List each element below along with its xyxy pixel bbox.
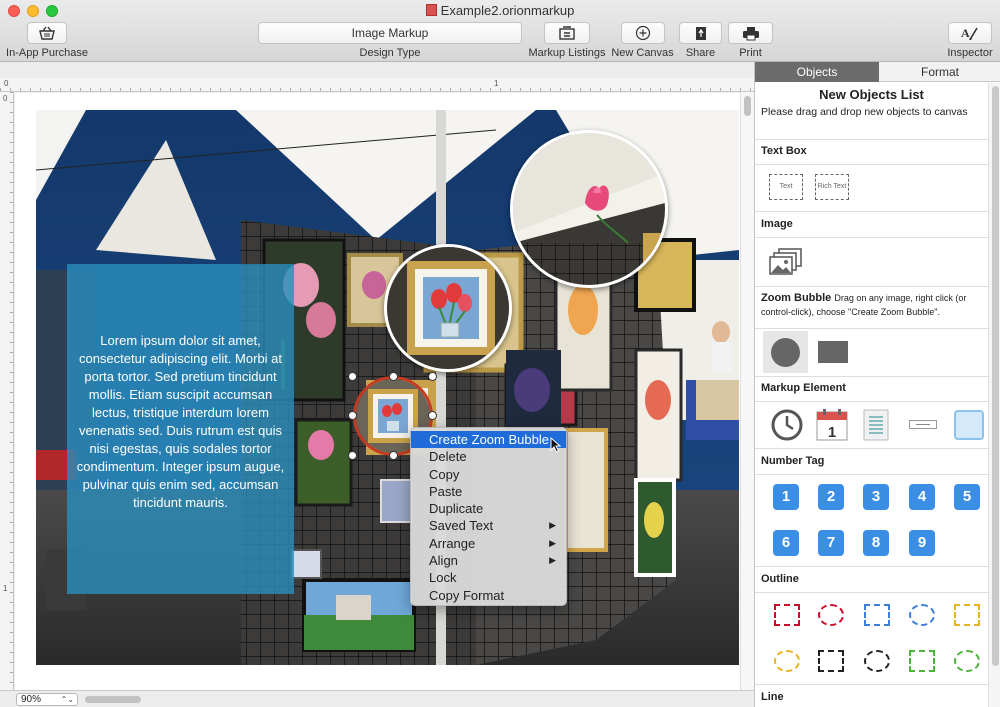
outline-oval-blue[interactable]	[909, 604, 935, 626]
menu-item-copy[interactable]: Copy	[411, 466, 566, 483]
tab-objects[interactable]: Objects	[755, 62, 879, 82]
svg-text:A: A	[961, 26, 970, 40]
notes-icon[interactable]	[863, 409, 889, 441]
number-tag-8[interactable]: 8	[863, 530, 889, 556]
outline-oval-yellow[interactable]	[774, 650, 800, 672]
resize-handle[interactable]	[428, 372, 437, 381]
number-tag-1[interactable]: 1	[773, 484, 799, 510]
zoom-bubble-circle-tile[interactable]	[763, 331, 808, 373]
menu-item-paste[interactable]: Paste	[411, 483, 566, 500]
canvas-vertical-scrollbar[interactable]	[740, 92, 754, 690]
horizontal-ruler: 0 1	[0, 78, 754, 92]
outline-oval-red[interactable]	[818, 604, 844, 626]
box-element-icon[interactable]	[954, 410, 984, 440]
markup-listings-button[interactable]: Markup Listings	[527, 22, 607, 59]
context-menu: Create Zoom Bubble Delete Copy Paste Dup…	[410, 427, 567, 606]
outline-oval-green[interactable]	[954, 650, 980, 672]
sidebar-subtitle: Please drag and drop new objects to canv…	[761, 106, 968, 118]
vertical-ruler: 0 1	[0, 92, 14, 690]
input-field-element-icon[interactable]	[909, 420, 937, 429]
zoom-bubble-tulip[interactable]	[510, 130, 668, 288]
section-markup-element: Markup Element	[761, 382, 846, 394]
section-image: Image	[761, 218, 793, 230]
resize-handle[interactable]	[348, 451, 357, 460]
menu-item-create-zoom-bubble[interactable]: Create Zoom Bubble	[411, 431, 566, 449]
outline-rect-green[interactable]	[909, 650, 935, 672]
outline-oval-black[interactable]	[864, 650, 890, 672]
menu-item-copy-format[interactable]: Copy Format	[411, 587, 566, 604]
resize-handle[interactable]	[348, 411, 357, 420]
text-object[interactable]: Text	[769, 174, 803, 200]
resize-handle[interactable]	[428, 411, 437, 420]
section-line: Line	[761, 691, 784, 703]
window-title: Example2.orionmarkup	[0, 3, 1000, 18]
design-type-selector[interactable]: Image Markup Design Type	[258, 22, 522, 59]
mouse-pointer-icon	[550, 437, 562, 453]
share-button[interactable]: Share	[679, 22, 722, 59]
section-number-tag: Number Tag	[761, 455, 825, 467]
stepper-icon: ⌃⌄	[60, 695, 74, 704]
number-tag-4[interactable]: 4	[909, 484, 935, 510]
section-text-box: Text Box	[761, 145, 807, 157]
inspector-icon: A	[961, 26, 978, 40]
menu-item-lock[interactable]: Lock	[411, 569, 566, 586]
number-tag-3[interactable]: 3	[863, 484, 889, 510]
printer-icon	[742, 26, 759, 40]
number-tag-9[interactable]: 9	[909, 530, 935, 556]
plus-circle-icon	[635, 25, 650, 41]
status-bar: 90% ⌃⌄	[0, 690, 754, 707]
toolbar: Example2.orionmarkup In-App Purchase Ima…	[0, 0, 1000, 62]
listings-icon	[559, 26, 575, 40]
number-tag-7[interactable]: 7	[818, 530, 844, 556]
inspector-button[interactable]: A Inspector	[945, 22, 995, 59]
submenu-arrow-icon: ▶	[549, 537, 556, 548]
objects-sidebar: Objects Format New Objects List Please d…	[754, 62, 1000, 707]
rich-text-object[interactable]: Rich Text	[815, 174, 849, 200]
menu-item-duplicate[interactable]: Duplicate	[411, 500, 566, 517]
clock-icon[interactable]	[771, 409, 803, 441]
calendar-icon[interactable]: 1	[815, 408, 849, 442]
rectangle-shape-icon[interactable]	[818, 341, 848, 363]
share-icon	[695, 26, 706, 40]
sidebar-title: New Objects List	[819, 87, 924, 102]
menu-item-align[interactable]: Align ▶	[411, 552, 566, 569]
number-tag-2[interactable]: 2	[818, 484, 844, 510]
basket-icon	[39, 26, 55, 40]
number-tag-6[interactable]: 6	[773, 530, 799, 556]
image-object-icon[interactable]	[769, 248, 803, 276]
document-icon	[425, 4, 437, 16]
zoom-level-select[interactable]: 90% ⌃⌄	[16, 693, 78, 706]
sidebar-scrollbar[interactable]	[988, 83, 1000, 707]
submenu-arrow-icon: ▶	[549, 555, 556, 566]
in-app-purchase-button[interactable]: In-App Purchase	[6, 22, 88, 59]
number-tag-5[interactable]: 5	[954, 484, 980, 510]
outline-rect-yellow[interactable]	[954, 604, 980, 626]
text-box-overlay[interactable]: Lorem ipsum dolor sit amet, consectetur …	[67, 264, 294, 594]
circle-shape-icon	[771, 338, 800, 367]
menu-item-delete[interactable]: Delete	[411, 448, 566, 465]
canvas-horizontal-scrollbar[interactable]	[85, 696, 141, 703]
resize-handle[interactable]	[389, 451, 398, 460]
resize-handle[interactable]	[348, 372, 357, 381]
lorem-ipsum-text[interactable]: Lorem ipsum dolor sit amet, consectetur …	[67, 332, 294, 512]
svg-text:1: 1	[828, 424, 836, 441]
outline-rect-red[interactable]	[774, 604, 800, 626]
section-zoom-bubble: Zoom Bubble Drag on any image, right cli…	[761, 292, 967, 317]
sidebar-tabs: Objects Format	[755, 62, 1000, 82]
outline-rect-blue[interactable]	[864, 604, 890, 626]
new-canvas-button[interactable]: New Canvas	[611, 22, 674, 59]
print-button[interactable]: Print	[728, 22, 773, 59]
menu-item-saved-text[interactable]: Saved Text ▶	[411, 517, 566, 534]
resize-handle[interactable]	[389, 372, 398, 381]
outline-rect-black[interactable]	[818, 650, 844, 672]
menu-item-arrange[interactable]: Arrange ▶	[411, 535, 566, 552]
submenu-arrow-icon: ▶	[549, 520, 556, 531]
zoom-bubble-painting[interactable]	[384, 244, 512, 372]
tab-format[interactable]: Format	[879, 62, 1000, 82]
section-outline: Outline	[761, 573, 799, 585]
design-type-value[interactable]: Image Markup	[258, 22, 522, 44]
